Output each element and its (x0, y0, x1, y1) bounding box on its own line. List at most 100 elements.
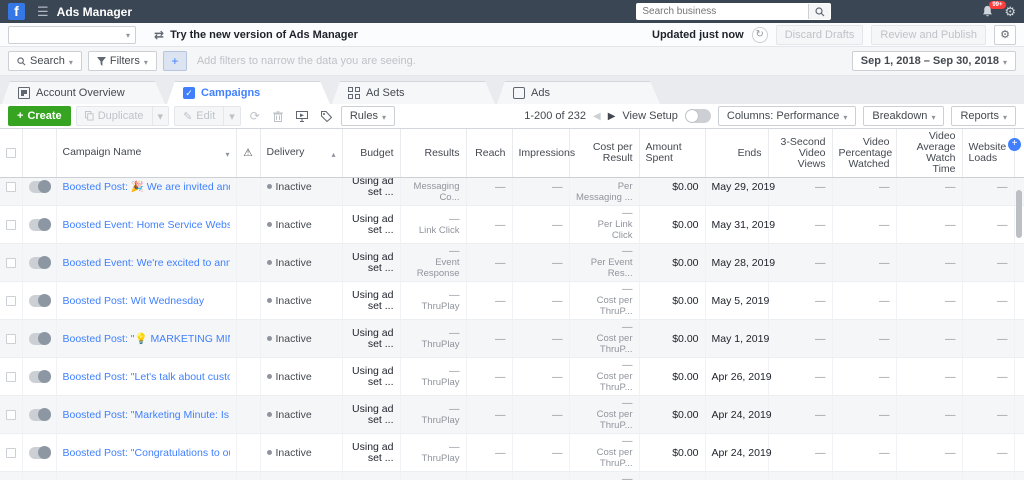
pagination-next-icon[interactable]: ▶ (608, 111, 616, 122)
tab-account-overview[interactable]: Account Overview (2, 81, 165, 104)
settings-gear-icon[interactable]: ⚙ (1004, 4, 1016, 20)
header-results[interactable]: Results (400, 129, 467, 177)
search-filter-button[interactable]: Search ▾ (8, 51, 82, 71)
results-cell: —ThruPlay (400, 395, 467, 434)
select-all-checkbox[interactable] (6, 148, 16, 158)
delivery-cell: Inactive (260, 357, 343, 396)
campaign-name-link[interactable]: Boosted Event: Home Service Websites: Li… (63, 219, 230, 231)
table-row: Boosted Post: "💡 MARKETING MINUTE // 93:… (0, 319, 1024, 358)
toggle-column-header (22, 129, 57, 177)
publish-settings-gear-icon[interactable]: ⚙ (994, 24, 1016, 45)
header-video-percentage-watched[interactable]: Video Percentage Watched (832, 129, 897, 177)
reports-button[interactable]: Reports ▾ (951, 106, 1016, 126)
campaign-name-link[interactable]: Boosted Post: Wit Wednesday (63, 295, 230, 307)
refresh-icon[interactable]: ↻ (751, 26, 768, 43)
row-checkbox[interactable] (6, 371, 16, 382)
create-button[interactable]: + Create (8, 106, 71, 126)
header-impressions[interactable]: Impressions (512, 129, 575, 177)
issues-cell (236, 471, 261, 480)
campaign-active-toggle[interactable] (28, 407, 51, 421)
account-selector-dropdown[interactable]: ▾ (8, 25, 136, 44)
tab-campaigns[interactable]: ✓ Campaigns (167, 81, 330, 104)
date-range-selector[interactable]: Sep 1, 2018 – Sep 30, 2018 ▾ (851, 51, 1016, 71)
campaign-name-link[interactable]: Boosted Event: We're excited to announce… (63, 257, 230, 269)
pagination-prev-icon[interactable]: ◀ (593, 111, 601, 122)
campaign-name-link[interactable]: Boosted Post: "Let's talk about custom S… (63, 371, 230, 383)
header-delivery[interactable]: Delivery ▴ (260, 129, 343, 177)
row-toggle-cell (22, 178, 57, 206)
tab-ads[interactable]: Ads (497, 81, 660, 104)
pencil-icon: ✎ (183, 110, 193, 123)
campaign-name-link[interactable]: Boosted Post: "Congratulations to our cl… (63, 447, 230, 459)
row-checkbox[interactable] (6, 333, 16, 344)
vertical-scrollbar[interactable] (1016, 190, 1022, 238)
campaign-active-toggle[interactable] (28, 369, 51, 383)
campaign-active-toggle[interactable] (28, 255, 51, 269)
try-new-version-link[interactable]: ⇄ Try the new version of Ads Manager (154, 28, 358, 42)
hamburger-menu-icon[interactable]: ☰ (37, 4, 49, 20)
campaign-active-toggle[interactable] (28, 445, 51, 459)
row-spacer (1014, 319, 1024, 358)
row-checkbox[interactable] (6, 447, 16, 458)
facebook-logo-icon[interactable]: f (8, 3, 25, 20)
discard-drafts-button[interactable]: Discard Drafts (775, 24, 864, 45)
row-checkbox[interactable] (6, 219, 16, 230)
header-amount-spent[interactable]: Amount Spent (639, 129, 706, 177)
campaign-active-toggle[interactable] (28, 217, 51, 231)
view-setup-toggle[interactable] (684, 109, 711, 123)
chevron-down-icon: ▾ (843, 112, 848, 122)
tag-icon[interactable] (317, 110, 336, 122)
level-tabs: Account Overview ✓ Campaigns Ad Sets Ads (0, 76, 1024, 104)
issues-cell (236, 319, 261, 358)
header-campaign-name[interactable]: Campaign Name ▾ (56, 129, 237, 177)
campaign-active-toggle[interactable] (28, 331, 51, 345)
columns-button[interactable]: Columns: Performance ▾ (717, 106, 857, 126)
campaign-name-link[interactable]: Boosted Post: "💡 MARKETING MINUTE // 93:… (63, 332, 230, 345)
duplicate-dropdown-caret[interactable]: ▾ (152, 106, 170, 126)
row-checkbox[interactable] (6, 295, 16, 306)
filters-button[interactable]: Filters ▾ (87, 51, 157, 71)
add-column-button[interactable]: + (1008, 138, 1021, 151)
row-checkbox[interactable] (6, 409, 16, 420)
edit-button[interactable]: ✎ Edit (174, 106, 225, 126)
header-ends[interactable]: Ends (705, 129, 769, 177)
add-filter-button[interactable]: + (162, 51, 187, 71)
delete-trash-icon[interactable] (269, 110, 287, 122)
header-budget[interactable]: Budget (342, 129, 401, 177)
edit-dropdown-caret[interactable]: ▾ (224, 106, 241, 126)
duplicate-button[interactable]: Duplicate (75, 106, 153, 126)
preview-monitor-icon[interactable] (292, 110, 312, 122)
header-cost-per-result[interactable]: Cost per Result (569, 129, 640, 177)
row-spacer (1014, 281, 1024, 320)
rules-button[interactable]: Rules ▾ (340, 106, 395, 126)
campaign-active-toggle[interactable] (28, 293, 51, 307)
video-avg-cell: — (896, 471, 963, 480)
tab-ad-sets[interactable]: Ad Sets (332, 81, 495, 104)
budget-cell: Using ad set ... (342, 205, 401, 244)
row-checkbox-cell (0, 178, 23, 206)
table-row: Boosted Post: "Don't forget to update yo… (0, 471, 1024, 480)
search-business-input[interactable] (637, 4, 809, 19)
breakdown-button[interactable]: Breakdown ▾ (863, 106, 945, 126)
header-video-average-watch-time[interactable]: Video Average Watch Time (896, 129, 963, 177)
row-checkbox-cell (0, 319, 23, 358)
search-icon[interactable] (808, 4, 831, 19)
campaign-active-toggle[interactable] (28, 179, 51, 193)
header-3-second-video-views[interactable]: 3-Second Video Views (768, 129, 833, 177)
duplicate-icon (84, 111, 94, 121)
sort-caret-icon: ▾ (225, 149, 230, 159)
retry-circle-icon[interactable]: ⟳ (246, 109, 264, 123)
campaign-name-link[interactable]: Boosted Post: 🎉 We are invited and honor… (63, 180, 230, 193)
reports-label: Reports (960, 110, 999, 122)
campaigns-table-body[interactable]: Boosted Post: 🎉 We are invited and honor… (0, 178, 1024, 480)
issues-warning-icon[interactable]: ⚠ (236, 129, 261, 177)
row-checkbox[interactable] (6, 181, 16, 192)
status-dot-icon (266, 450, 272, 456)
review-and-publish-button[interactable]: Review and Publish (871, 24, 986, 45)
header-reach[interactable]: Reach (466, 129, 513, 177)
campaign-name-link[interactable]: Boosted Post: "Marketing Minute: Is your… (63, 409, 230, 421)
header-website-loads[interactable]: Website Loads (962, 129, 1015, 177)
row-checkbox[interactable] (6, 257, 16, 268)
notifications-bell-icon[interactable]: 99+ (981, 1, 1006, 18)
delivery-status: Inactive (275, 294, 312, 307)
